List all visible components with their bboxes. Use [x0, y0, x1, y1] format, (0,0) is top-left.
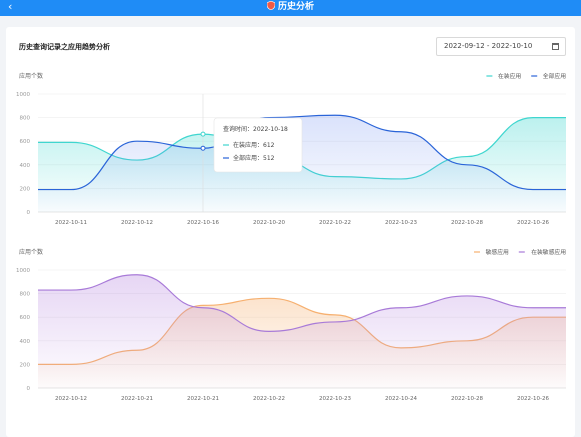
charts-layer: 应用个数 0 200 400 600 800 1000 2022-10-11 2022-10-1… [16, 72, 566, 402]
y-tick-label: 200 [20, 362, 31, 368]
x-tick-label: 2022-10-28 [451, 396, 483, 402]
y-tick-label: 400 [20, 339, 31, 345]
x-tick-label: 2022-10-24 [385, 396, 417, 402]
x-tick-label: 2022-10-28 [451, 220, 483, 226]
x-tick-label: 2022-10-22 [253, 396, 285, 402]
y-tick-label: 800 [20, 292, 31, 298]
x-tick-label: 2022-10-21 [121, 396, 153, 402]
y-tick-label: 800 [20, 116, 31, 122]
trend-chart-2: 应用个数 0 200 400 600 800 1000 2022-10-12 2022-10-2… [16, 248, 566, 402]
hover-point [200, 131, 206, 137]
x-tick-label: 2022-10-22 [319, 220, 351, 226]
x-tick-label: 2022-10-12 [121, 220, 153, 226]
y-tick-label: 1000 [16, 92, 30, 98]
x-tick-label: 2022-10-23 [385, 220, 417, 226]
legend-label: 在装应用 [498, 72, 521, 80]
y-tick-label: 1000 [16, 268, 30, 274]
y-tick-label: 600 [20, 139, 31, 145]
y-tick-label: 0 [27, 386, 31, 392]
x-tick-label: 2022-10-21 [187, 396, 219, 402]
x-tick-label: 2022-10-16 [187, 220, 219, 226]
y-tick-label: 0 [27, 210, 31, 216]
y-tick-label: 400 [20, 163, 31, 169]
x-tick-label: 2022-10-11 [55, 220, 87, 226]
hover-point [200, 145, 206, 151]
x-tick-label: 2022-10-20 [253, 220, 285, 226]
x-tick-label: 2022-10-26 [517, 396, 549, 402]
legend-label: 敏感应用 [486, 248, 509, 256]
tooltip-row: 全部应用：512 [233, 154, 275, 162]
y-tick-label: 600 [20, 315, 31, 321]
trend-chart-1: 应用个数 0 200 400 600 800 1000 2022-10-11 2022-10-1… [16, 72, 566, 226]
y-tick-label: 200 [20, 186, 31, 192]
legend-label: 全部应用 [543, 72, 566, 80]
x-tick-label: 2022-10-12 [55, 396, 87, 402]
x-tick-label: 2022-10-23 [319, 396, 351, 402]
x-tick-label: 2022-10-26 [517, 220, 549, 226]
tooltip: 查询时间：2022-10-18 在装应用：612 全部应用：512 [213, 117, 303, 173]
tooltip-title: 查询时间：2022-10-18 [223, 125, 288, 133]
y-axis-title: 应用个数 [19, 248, 43, 256]
series-area [38, 274, 566, 388]
legend-label: 在装敏感应用 [531, 248, 566, 256]
tooltip-row: 在装应用：612 [233, 141, 275, 149]
y-axis-title: 应用个数 [19, 72, 43, 80]
